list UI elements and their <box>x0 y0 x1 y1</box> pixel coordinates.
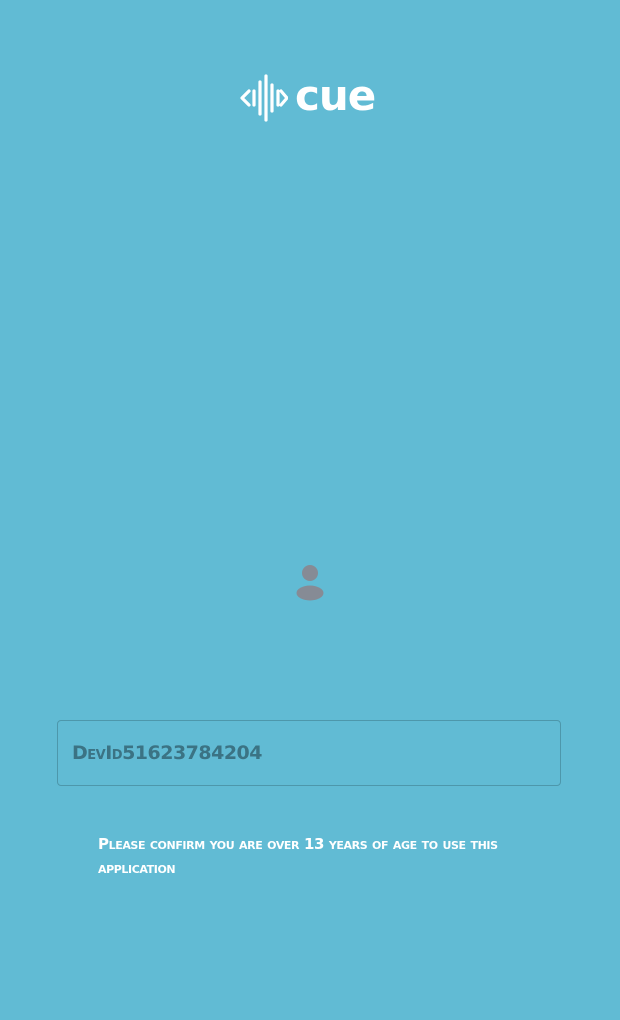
cue-logo: cue <box>240 71 380 122</box>
age-confirmation-notice: Please confirm you are over 13 years of … <box>98 835 498 877</box>
logo-text: cue <box>295 71 376 120</box>
username-field[interactable]: DevId51623784204 <box>57 720 561 786</box>
user-avatar-icon <box>296 565 324 601</box>
soundwave-brackets-icon <box>240 74 288 122</box>
username-value: DevId51623784204 <box>72 742 263 764</box>
